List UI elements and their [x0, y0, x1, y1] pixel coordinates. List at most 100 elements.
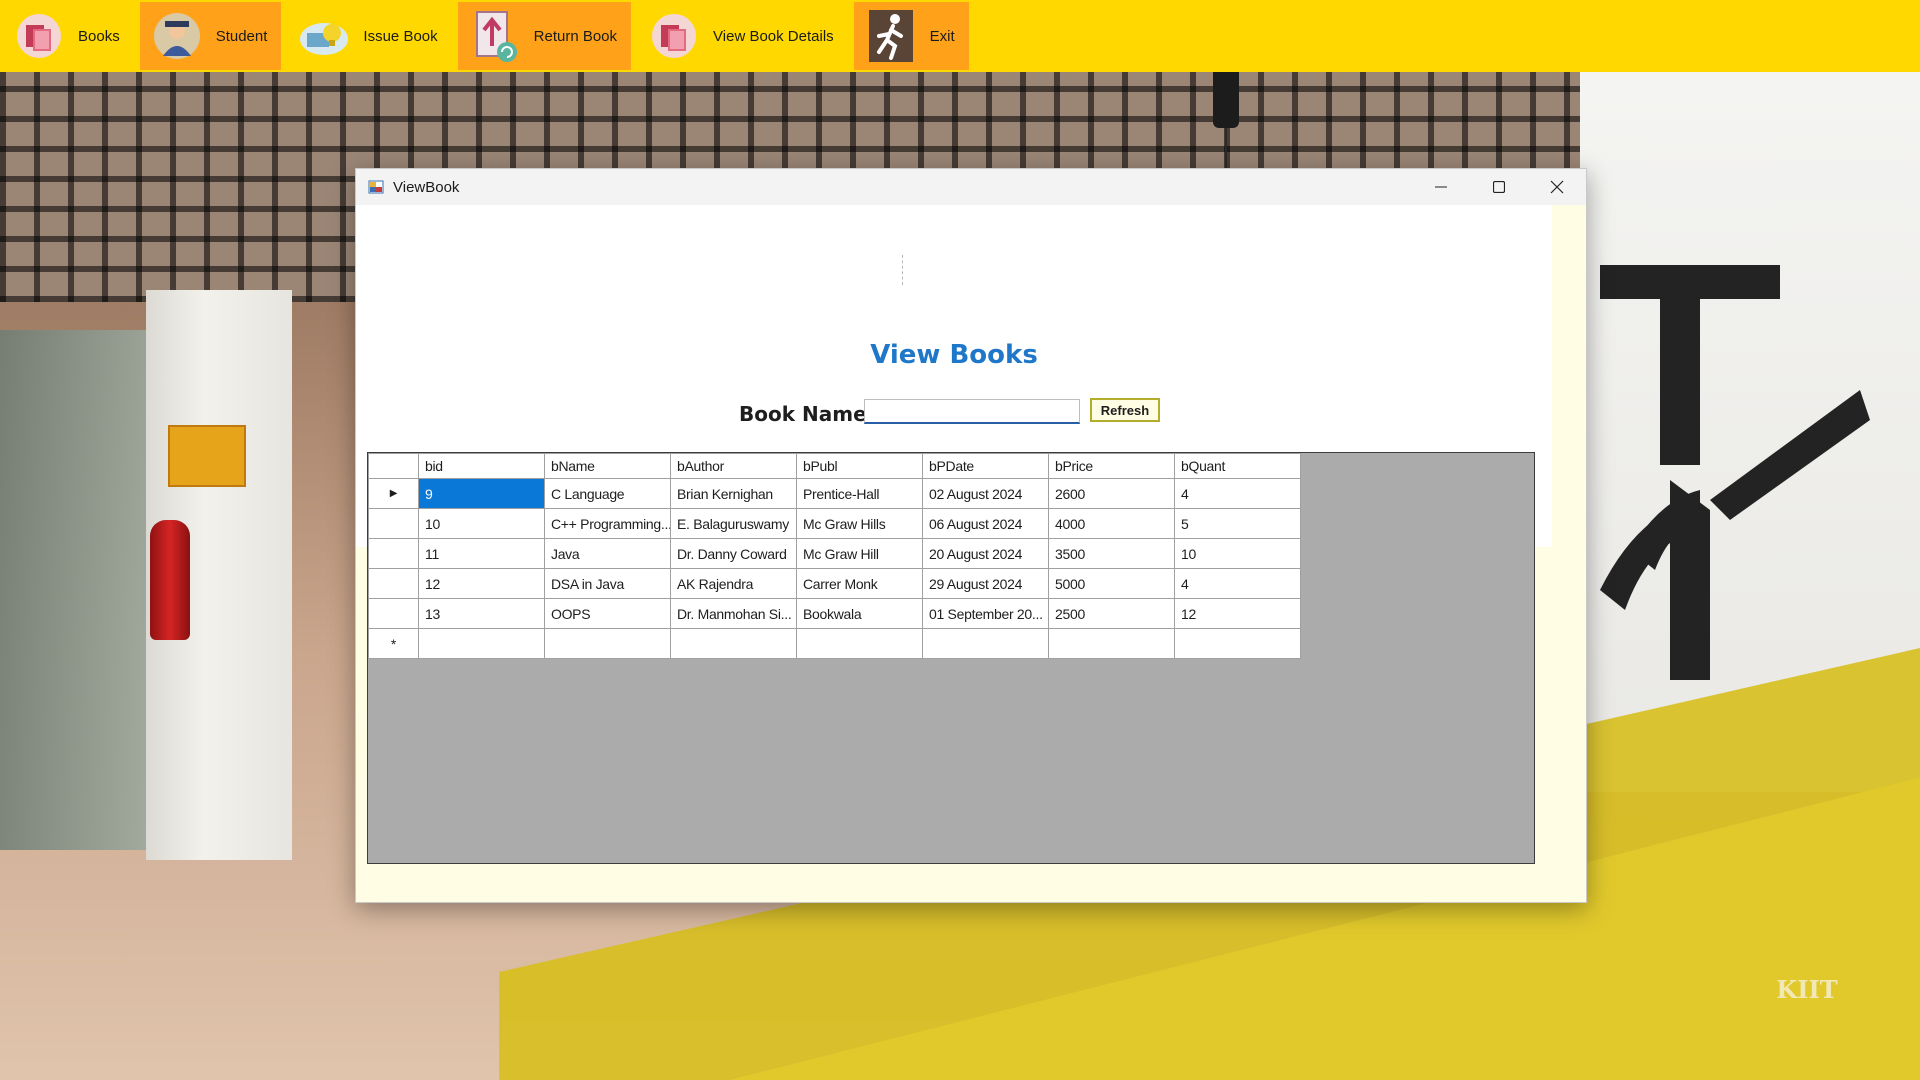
- app-icon: [368, 179, 384, 195]
- menu-item-label: Books: [78, 27, 120, 45]
- main-menu-bar: Books Student Issue Book Return Book Vie…: [0, 0, 1920, 72]
- row-header-corner[interactable]: [368, 453, 419, 479]
- table-cell[interactable]: 12: [418, 568, 545, 599]
- table-cell[interactable]: [1048, 628, 1175, 659]
- menu-item-label: View Book Details: [713, 27, 834, 45]
- table-cell[interactable]: Dr. Manmohan Si...: [670, 598, 797, 629]
- table-cell[interactable]: [544, 628, 671, 659]
- menu-item-books[interactable]: Books: [0, 2, 134, 70]
- column-header-bquant[interactable]: bQuant: [1174, 453, 1301, 479]
- table-cell[interactable]: Mc Graw Hills: [796, 508, 923, 539]
- kiit-seal: KIIT: [1776, 975, 1838, 1004]
- table-row[interactable]: ▶ 9 C Language Brian Kernighan Prentice-…: [368, 478, 1301, 509]
- table-cell[interactable]: [670, 628, 797, 659]
- minimize-button[interactable]: [1412, 169, 1470, 205]
- table-row[interactable]: 13 OOPS Dr. Manmohan Si... Bookwala 01 S…: [368, 598, 1301, 629]
- wall-poster: [168, 425, 246, 487]
- table-cell[interactable]: Carrer Monk: [796, 568, 923, 599]
- table-cell[interactable]: Bookwala: [796, 598, 923, 629]
- table-cell[interactable]: DSA in Java: [544, 568, 671, 599]
- table-cell[interactable]: [1174, 628, 1301, 659]
- new-row-indicator[interactable]: *: [368, 628, 419, 659]
- menu-item-label: Student: [215, 27, 268, 45]
- exit-icon: [866, 10, 916, 62]
- table-cell[interactable]: 02 August 2024: [922, 478, 1049, 509]
- new-row[interactable]: *: [368, 628, 1301, 659]
- fire-extinguisher: [150, 520, 190, 640]
- issue-book-icon: [299, 11, 349, 61]
- table-cell[interactable]: [922, 628, 1049, 659]
- menu-item-student[interactable]: Student: [139, 2, 282, 70]
- row-header[interactable]: [368, 598, 419, 629]
- table-cell[interactable]: AK Rajendra: [670, 568, 797, 599]
- maximize-icon: [1493, 181, 1505, 193]
- column-header-bprice[interactable]: bPrice: [1048, 453, 1175, 479]
- row-header[interactable]: [368, 508, 419, 539]
- table-cell[interactable]: 01 September 20...: [922, 598, 1049, 629]
- row-header[interactable]: [368, 538, 419, 569]
- table-cell[interactable]: 9: [418, 478, 545, 509]
- table-cell[interactable]: 12: [1174, 598, 1301, 629]
- table-cell[interactable]: 10: [418, 508, 545, 539]
- column-header-bpdate[interactable]: bPDate: [922, 453, 1049, 479]
- table-cell[interactable]: 11: [418, 538, 545, 569]
- menu-item-label: Exit: [929, 27, 955, 45]
- table-row[interactable]: 12 DSA in Java AK Rajendra Carrer Monk 2…: [368, 568, 1301, 599]
- search-row: Book Name Refresh: [356, 397, 1586, 431]
- table-cell[interactable]: Prentice-Hall: [796, 478, 923, 509]
- table-cell[interactable]: C Language: [544, 478, 671, 509]
- table-cell[interactable]: 20 August 2024: [922, 538, 1049, 569]
- table-cell[interactable]: 3500: [1048, 538, 1175, 569]
- lamp-wire: [1225, 128, 1227, 168]
- window-title: ViewBook: [393, 178, 460, 196]
- table-cell[interactable]: 2600: [1048, 478, 1175, 509]
- column-header-bpubl[interactable]: bPubl: [796, 453, 923, 479]
- table-cell[interactable]: 4000: [1048, 508, 1175, 539]
- table-cell[interactable]: 10: [1174, 538, 1301, 569]
- table-cell[interactable]: C++ Programming...: [544, 508, 671, 539]
- menu-item-issue-book[interactable]: Issue Book: [287, 2, 451, 70]
- table-cell[interactable]: OOPS: [544, 598, 671, 629]
- column-header-bid[interactable]: bid: [418, 453, 545, 479]
- table-cell[interactable]: 13: [418, 598, 545, 629]
- table-row[interactable]: 11 Java Dr. Danny Coward Mc Graw Hill 20…: [368, 538, 1301, 569]
- maximize-button[interactable]: [1470, 169, 1528, 205]
- column-header-bname[interactable]: bName: [544, 453, 671, 479]
- return-book-icon: [470, 11, 520, 62]
- table-cell[interactable]: Brian Kernighan: [670, 478, 797, 509]
- menu-item-exit[interactable]: Exit: [853, 2, 969, 70]
- divider: [902, 255, 904, 285]
- student-icon: [152, 11, 202, 61]
- table-cell[interactable]: 29 August 2024: [922, 568, 1049, 599]
- table-cell[interactable]: Mc Graw Hill: [796, 538, 923, 569]
- table-cell[interactable]: 2500: [1048, 598, 1175, 629]
- current-row-indicator[interactable]: ▶: [368, 478, 419, 509]
- column-header-bauthor[interactable]: bAuthor: [670, 453, 797, 479]
- table-cell[interactable]: 4: [1174, 478, 1301, 509]
- glass-wall: [0, 330, 150, 850]
- table-cell[interactable]: 5: [1174, 508, 1301, 539]
- table-cell[interactable]: 5000: [1048, 568, 1175, 599]
- table-cell[interactable]: Java: [544, 538, 671, 569]
- viewbook-window: ViewBook View Books Book Name Refresh bi…: [355, 168, 1587, 903]
- minimize-icon: [1435, 186, 1447, 188]
- table-cell[interactable]: 4: [1174, 568, 1301, 599]
- table-cell[interactable]: [796, 628, 923, 659]
- books-data-grid[interactable]: bid bName bAuthor bPubl bPDate bPrice bQ…: [367, 452, 1535, 864]
- book-name-input[interactable]: [864, 399, 1080, 424]
- close-button[interactable]: [1528, 169, 1586, 205]
- window-titlebar[interactable]: ViewBook: [356, 169, 1586, 205]
- menu-item-label: Issue Book: [363, 27, 438, 45]
- table-row[interactable]: 10 C++ Programming... E. Balaguruswamy M…: [368, 508, 1301, 539]
- menu-item-return-book[interactable]: Return Book: [457, 2, 632, 70]
- book-name-label: Book Name: [739, 402, 867, 426]
- close-icon: [1550, 180, 1564, 194]
- table-header-row: bid bName bAuthor bPubl bPDate bPrice bQ…: [368, 453, 1301, 479]
- row-header[interactable]: [368, 568, 419, 599]
- table-cell[interactable]: E. Balaguruswamy: [670, 508, 797, 539]
- refresh-button[interactable]: Refresh: [1090, 398, 1160, 422]
- table-cell[interactable]: 06 August 2024: [922, 508, 1049, 539]
- table-cell[interactable]: [418, 628, 545, 659]
- table-cell[interactable]: Dr. Danny Coward: [670, 538, 797, 569]
- menu-item-view-book-details[interactable]: View Book Details: [637, 2, 848, 70]
